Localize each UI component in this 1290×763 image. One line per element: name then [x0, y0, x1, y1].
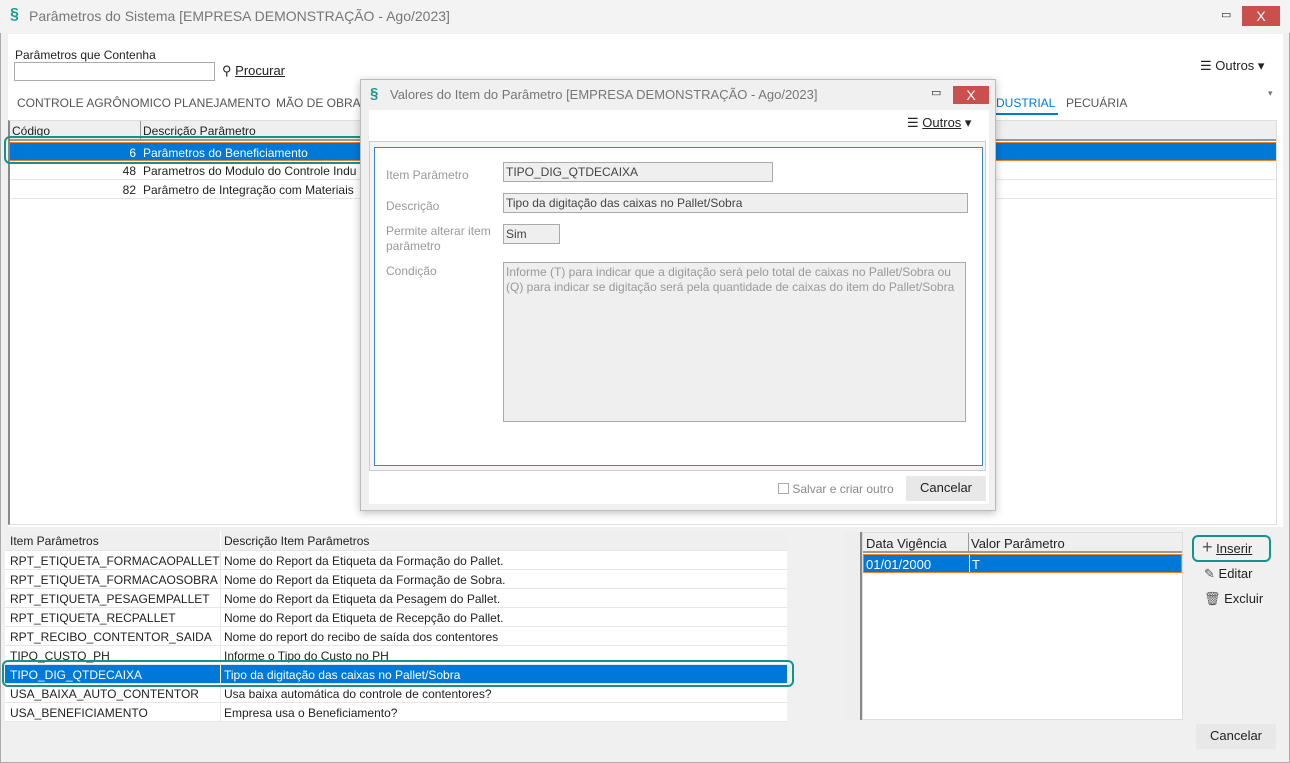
item-values-dialog: § Valores do Item do Parâmetro [EMPRESA … [360, 79, 996, 511]
desc-cell: Usa baixa automática do controle de cont… [224, 687, 492, 701]
delete-button[interactable]: 🗑 Excluir [1204, 591, 1263, 607]
title-bar: § Parâmetros do Sistema [EMPRESA DEMONST… [0, 0, 1290, 33]
table-row[interactable]: RPT_ETIQUETA_FORMACAOSOBRA Nome do Report… [5, 570, 787, 589]
maximize-button[interactable]: ▭ [931, 86, 941, 99]
search-button[interactable]: ⚲ Procurar [222, 63, 285, 79]
outros-menu[interactable]: ☰ Outros ▾ [1200, 58, 1264, 74]
tab-industrial[interactable]: DUSTRIAL [996, 96, 1058, 115]
search-icon: ⚲ [222, 63, 232, 78]
dialog-title: Valores do Item do Parâmetro [EMPRESA DE… [390, 87, 818, 102]
table-row[interactable]: RPT_ETIQUETA_RECPALLET Nome do Report da … [5, 608, 787, 627]
search-label: Parâmetros que Contenha [15, 48, 156, 62]
close-button[interactable]: X [1242, 6, 1280, 26]
close-button[interactable]: X [953, 86, 989, 104]
allow-label: Permite alterar item parâmetro [386, 224, 491, 253]
highlight-ring [4, 136, 366, 164]
dialog-cancel-button[interactable]: Cancelar [906, 476, 986, 501]
window-title: Parâmetros do Sistema [EMPRESA DEMONSTRA… [29, 8, 450, 24]
grid-header: Item Parâmetros Descrição Item Parâmetro… [5, 531, 787, 551]
items-grid: Item Parâmetros Descrição Item Parâmetro… [5, 531, 787, 722]
allow-field[interactable]: Sim [503, 224, 560, 244]
item-cell: RPT_RECIBO_CONTENTOR_SAIDA [10, 630, 212, 644]
tab-planejamento[interactable]: PLANEJAMENTO [174, 96, 270, 110]
cancel-button[interactable]: Cancelar [1196, 724, 1276, 749]
search-input[interactable] [14, 62, 215, 81]
item-cell: RPT_ETIQUETA_FORMACAOSOBRA [10, 573, 218, 587]
grid-header: Data Vigência Valor Parâmetro [863, 533, 1182, 553]
item-field[interactable]: TIPO_DIG_QTDECAIXA [503, 162, 773, 182]
app-logo-icon: § [10, 6, 19, 23]
item-cell: USA_BENEFICIAMENTO [10, 706, 148, 720]
table-row[interactable]: USA_BENEFICIAMENTO Empresa usa o Benefici… [5, 703, 787, 722]
item-cell: RPT_ETIQUETA_PESAGEMPALLET [10, 592, 210, 606]
values-gutter [844, 532, 862, 720]
edit-button[interactable]: ✎ Editar [1204, 566, 1253, 582]
table-row[interactable]: RPT_RECIBO_CONTENTOR_SAIDA Nome do report… [5, 627, 787, 646]
maximize-button[interactable]: ▭ [1221, 8, 1231, 21]
table-row[interactable]: RPT_ETIQUETA_PESAGEMPALLET Nome do Report… [5, 589, 787, 608]
save-new-checkbox[interactable]: Salvar e criar outro [778, 482, 894, 496]
item-label: Item Parâmetro [386, 168, 469, 182]
cond-field[interactable]: Informe (T) para indicar que a digitação… [503, 262, 966, 422]
list-icon: ☰ [1200, 58, 1212, 73]
tabs-scroll-icon[interactable]: ▾ [1268, 88, 1273, 99]
trash-icon: 🗑 [1204, 591, 1221, 606]
app-logo-icon: § [370, 85, 379, 102]
item-cell: RPT_ETIQUETA_RECPALLET [10, 611, 176, 625]
list-icon: ☰ [907, 115, 919, 130]
plus-icon: + [1202, 537, 1213, 557]
table-row[interactable]: RPT_ETIQUETA_FORMACAOPALLET Nome do Repor… [5, 551, 787, 570]
desc-cell: Nome do report do recibo de saída dos co… [224, 630, 499, 644]
item-cell: RPT_ETIQUETA_FORMACAOPALLET [10, 554, 220, 568]
edit-document-icon: ✎ [1204, 566, 1215, 581]
desc-cell: Nome do Report da Etiqueta de Recepção d… [224, 611, 504, 625]
form-area: Item Parâmetro TIPO_DIG_QTDECAIXA Descri… [374, 147, 983, 466]
checkbox-icon [778, 483, 789, 494]
desc-cell: Nome do Report da Etiqueta da Pesagem do… [224, 592, 501, 606]
tab-pecuaria[interactable]: PECUÁRIA [1066, 96, 1127, 110]
desc-field[interactable]: Tipo da digitação das caixas no Pallet/S… [503, 193, 968, 213]
table-row[interactable]: 01/01/2000 T [863, 554, 1182, 573]
cond-label: Condição [386, 264, 437, 278]
desc-cell: Nome do Report da Etiqueta da Formação d… [224, 554, 504, 568]
tab-mao-de-obra[interactable]: MÃO DE OBRA [276, 96, 361, 110]
item-cell: USA_BAIXA_AUTO_CONTENTOR [10, 687, 199, 701]
values-grid: Data Vigência Valor Parâmetro 01/01/2000… [862, 532, 1183, 720]
tab-controle-agronomico[interactable]: CONTROLE AGRÔNOMICO [17, 96, 171, 110]
desc-cell: Empresa usa o Beneficiamento? [224, 706, 398, 720]
highlight-ring [2, 660, 794, 687]
outros-menu[interactable]: ☰ Outros ▾ [907, 115, 971, 131]
insert-button[interactable]: + Inserir [1202, 537, 1252, 557]
desc-label: Descrição [386, 199, 440, 213]
desc-cell: Nome do Report da Etiqueta da Formação d… [224, 573, 506, 587]
